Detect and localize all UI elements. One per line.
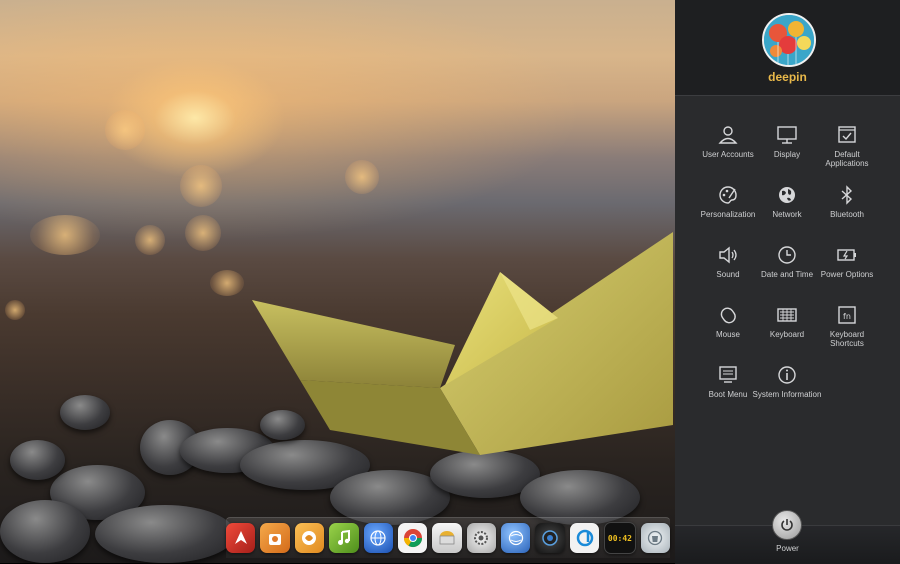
power-label: Power (776, 544, 799, 553)
info-icon (778, 366, 796, 384)
default-applications-item[interactable]: Default Applications (812, 124, 882, 168)
svg-text:fn: fn (843, 312, 851, 321)
paper-boat (252, 232, 673, 455)
dock: 00:42 (225, 517, 671, 558)
keyboard-shortcuts-item[interactable]: fn Keyboard Shortcuts (812, 304, 882, 348)
power-icon (781, 519, 793, 531)
power-options-item[interactable]: Power Options (812, 244, 882, 279)
clock-icon (778, 246, 796, 264)
battery-icon (837, 249, 856, 261)
desktop-wallpaper (0, 0, 675, 563)
power-button[interactable] (772, 510, 802, 540)
speaker-icon (719, 246, 737, 264)
chrome-icon[interactable] (397, 523, 428, 553)
browser-globe-icon[interactable] (363, 523, 393, 553)
keyboard-icon (777, 308, 797, 322)
screenshot-icon[interactable] (432, 523, 462, 553)
palette-icon (719, 186, 737, 204)
bluetooth-item[interactable]: Bluetooth (812, 184, 882, 219)
control-center-panel: deepin User Accounts Display Default App… (675, 0, 900, 564)
dock-clock-text: 00:42 (607, 533, 632, 543)
deepin-movie-icon[interactable] (569, 523, 600, 553)
settings-icon[interactable] (466, 523, 497, 553)
clock-app-icon[interactable]: 00:42 (604, 522, 636, 554)
camera-icon[interactable] (535, 523, 565, 553)
avatar[interactable] (762, 13, 816, 67)
user-icon (718, 126, 738, 144)
network-manager-icon[interactable] (501, 523, 531, 553)
game-center-icon[interactable] (294, 523, 325, 553)
launcher-icon[interactable] (225, 523, 256, 553)
globe-icon (779, 187, 795, 203)
mouse-icon (720, 307, 736, 324)
user-header: deepin (675, 0, 900, 96)
username: deepin (768, 70, 807, 84)
fn-key-icon: fn (838, 306, 856, 324)
boot-screen-icon (719, 366, 737, 383)
bluetooth-icon (841, 185, 853, 205)
system-information-item[interactable]: System Information (752, 364, 822, 399)
default-apps-icon (838, 126, 856, 143)
trash-icon[interactable] (640, 523, 671, 553)
monitor-icon (777, 126, 797, 144)
music-player-icon[interactable] (329, 523, 359, 553)
app-store-icon[interactable] (260, 523, 290, 553)
